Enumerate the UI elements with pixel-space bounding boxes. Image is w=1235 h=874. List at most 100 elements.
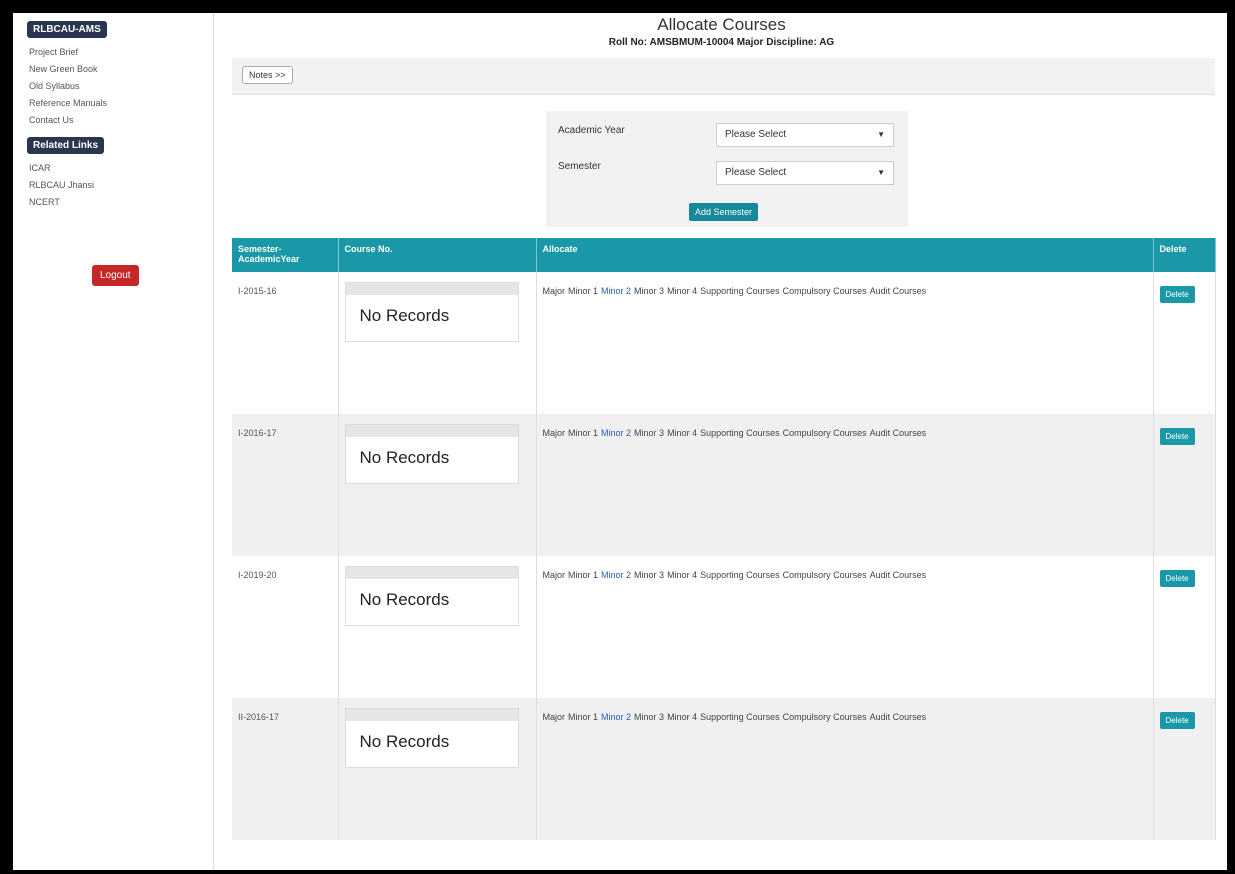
no-records-box: No Records bbox=[344, 566, 519, 626]
course-table: Semester-AcademicYear Course No. Allocat… bbox=[232, 238, 1216, 840]
header-semester: Semester-AcademicYear bbox=[232, 238, 339, 272]
allocate-link[interactable]: Minor 3 bbox=[634, 428, 664, 438]
no-records-header bbox=[345, 709, 518, 721]
allocate-link[interactable]: Audit Courses bbox=[870, 712, 927, 722]
allocate-link[interactable]: Major bbox=[543, 712, 566, 722]
academic-year-select[interactable]: Please Select ▼ bbox=[716, 123, 894, 147]
allocate-link[interactable]: Minor 4 bbox=[667, 428, 697, 438]
delete-cell: Delete bbox=[1153, 556, 1216, 698]
add-semester-button[interactable]: Add Semester bbox=[689, 203, 759, 221]
allocate-link[interactable]: Minor 2 bbox=[601, 428, 631, 438]
allocate-link[interactable]: Compulsory Courses bbox=[783, 428, 867, 438]
allocate-link[interactable]: Minor 4 bbox=[667, 570, 697, 580]
sidebar-related-links-title: Related Links bbox=[27, 137, 105, 154]
no-records-box: No Records bbox=[344, 708, 519, 768]
delete-cell: Delete bbox=[1153, 272, 1216, 414]
main-content: Allocate Courses Roll No: AMSBMUM-10004 … bbox=[216, 13, 1227, 870]
allocate-link[interactable]: Audit Courses bbox=[870, 428, 927, 438]
chevron-down-icon: ▼ bbox=[877, 168, 885, 177]
allocate-link[interactable]: Minor 3 bbox=[634, 570, 664, 580]
allocate-link[interactable]: Minor 4 bbox=[667, 712, 697, 722]
allocate-link[interactable]: Minor 1 bbox=[568, 428, 598, 438]
page-frame: RLBCAU-AMS Project Brief New Green Book … bbox=[13, 13, 1227, 870]
allocate-link[interactable]: Minor 1 bbox=[568, 712, 598, 722]
notes-button[interactable]: Notes >> bbox=[242, 66, 293, 84]
allocate-link[interactable]: Minor 1 bbox=[568, 570, 598, 580]
no-records-header bbox=[345, 283, 518, 295]
table-row: I-2016-17 No Records Major Minor 1 Minor 2 Mi… bbox=[232, 414, 1216, 556]
allocate-link[interactable]: Minor 3 bbox=[634, 712, 664, 722]
table-body: I-2015-16 No Records Major Minor 1 Minor 2 Mi… bbox=[232, 272, 1216, 840]
chevron-down-icon: ▼ bbox=[877, 130, 885, 139]
table-header-row: Semester-AcademicYear Course No. Allocat… bbox=[232, 238, 1216, 272]
sidebar-link-project-brief[interactable]: Project Brief bbox=[29, 44, 213, 61]
sidebar-link-rlbcau[interactable]: RLBCAU Jhansi bbox=[29, 177, 213, 194]
sidebar-link-green-book[interactable]: New Green Book bbox=[29, 61, 213, 78]
allocate-link[interactable]: Audit Courses bbox=[870, 570, 927, 580]
no-records-header bbox=[345, 425, 518, 437]
header-allocate: Allocate bbox=[536, 238, 1154, 272]
allocate-link[interactable]: Supporting Courses bbox=[700, 428, 780, 438]
sidebar-links: Project Brief New Green Book Old Syllabu… bbox=[13, 44, 213, 129]
allocate-link[interactable]: Compulsory Courses bbox=[783, 286, 867, 296]
allocate-link[interactable]: Minor 2 bbox=[601, 570, 631, 580]
allocate-link[interactable]: Major bbox=[543, 570, 566, 580]
semester-select[interactable]: Please Select ▼ bbox=[716, 161, 894, 185]
no-records-header bbox=[345, 567, 518, 579]
allocate-cell: Major Minor 1 Minor 2 Minor 3 Minor 4 Support… bbox=[536, 556, 1154, 698]
allocate-cell: Major Minor 1 Minor 2 Minor 3 Minor 4 Support… bbox=[536, 272, 1154, 414]
allocate-links: Major Minor 1 Minor 2 Minor 3 Minor 4 Support… bbox=[543, 286, 1147, 296]
allocate-link[interactable]: Supporting Courses bbox=[700, 570, 780, 580]
table-row: I-2015-16 No Records Major Minor 1 Minor 2 Mi… bbox=[232, 272, 1216, 414]
sidebar-link-contact-us[interactable]: Contact Us bbox=[29, 112, 213, 129]
allocate-link[interactable]: Compulsory Courses bbox=[783, 712, 867, 722]
allocate-link[interactable]: Major bbox=[543, 428, 566, 438]
logout-button[interactable]: Logout bbox=[92, 265, 139, 286]
allocate-link[interactable]: Compulsory Courses bbox=[783, 570, 867, 580]
allocate-link[interactable]: Minor 2 bbox=[601, 712, 631, 722]
semester-value: Please Select bbox=[725, 167, 787, 178]
no-records-text: No Records bbox=[359, 306, 450, 325]
delete-button[interactable]: Delete bbox=[1159, 570, 1195, 587]
filter-panel: Academic Year Please Select ▼ Semester P… bbox=[546, 111, 908, 227]
allocate-link[interactable]: Supporting Courses bbox=[700, 286, 780, 296]
semester-cell: II-2016-17 bbox=[232, 698, 339, 840]
sidebar-link-ncert[interactable]: NCERT bbox=[29, 194, 213, 211]
allocate-link[interactable]: Minor 1 bbox=[568, 286, 598, 296]
sidebar-link-reference-manuals[interactable]: Reference Manuals bbox=[29, 95, 213, 112]
header-course-no: Course No. bbox=[338, 238, 537, 272]
allocate-link[interactable]: Minor 3 bbox=[634, 286, 664, 296]
sidebar-section-title: RLBCAU-AMS bbox=[27, 21, 107, 38]
delete-cell: Delete bbox=[1153, 698, 1216, 840]
page-subtitle: Roll No: AMSBMUM-10004 Major Discipline:… bbox=[608, 37, 835, 48]
no-records-text: No Records bbox=[359, 732, 450, 751]
semester-label: Semester bbox=[558, 161, 601, 172]
table-row: II-2016-17 No Records Major Minor 1 Minor 2M… bbox=[232, 698, 1216, 840]
delete-button[interactable]: Delete bbox=[1159, 712, 1195, 729]
page-title: Allocate Courses bbox=[657, 15, 786, 34]
header-delete: Delete bbox=[1153, 238, 1216, 272]
no-records-box: No Records bbox=[344, 424, 519, 484]
allocate-links: Major Minor 1 Minor 2 Minor 3 Minor 4 Support… bbox=[543, 570, 1147, 580]
allocate-link[interactable]: Major bbox=[543, 286, 566, 296]
allocate-links: Major Minor 1 Minor 2 Minor 3 Minor 4 Support… bbox=[543, 712, 1147, 722]
semester-cell: I-2019-20 bbox=[232, 556, 339, 698]
course-cell: No Records bbox=[338, 414, 537, 556]
sidebar-link-icar[interactable]: ICAR bbox=[29, 160, 213, 177]
sidebar-link-old-syllabus[interactable]: Old Syllabus bbox=[29, 78, 213, 95]
sidebar: RLBCAU-AMS Project Brief New Green Book … bbox=[13, 13, 214, 870]
delete-button[interactable]: Delete bbox=[1159, 286, 1195, 303]
allocate-link[interactable]: Audit Courses bbox=[870, 286, 927, 296]
delete-button[interactable]: Delete bbox=[1159, 428, 1195, 445]
allocate-link[interactable]: Supporting Courses bbox=[700, 712, 780, 722]
semester-cell: I-2015-16 bbox=[232, 272, 339, 414]
allocate-cell: Major Minor 1 Minor 2 Minor 3 Minor 4 Support… bbox=[536, 414, 1154, 556]
course-cell: No Records bbox=[338, 272, 537, 414]
no-records-text: No Records bbox=[359, 590, 450, 609]
academic-year-value: Please Select bbox=[725, 129, 787, 140]
course-cell: No Records bbox=[338, 698, 537, 840]
no-records-box: No Records bbox=[344, 282, 519, 342]
allocate-link[interactable]: Minor 2 bbox=[601, 286, 631, 296]
allocate-links: Major Minor 1 Minor 2 Minor 3 Minor 4 Support… bbox=[543, 428, 1147, 438]
allocate-link[interactable]: Minor 4 bbox=[667, 286, 697, 296]
